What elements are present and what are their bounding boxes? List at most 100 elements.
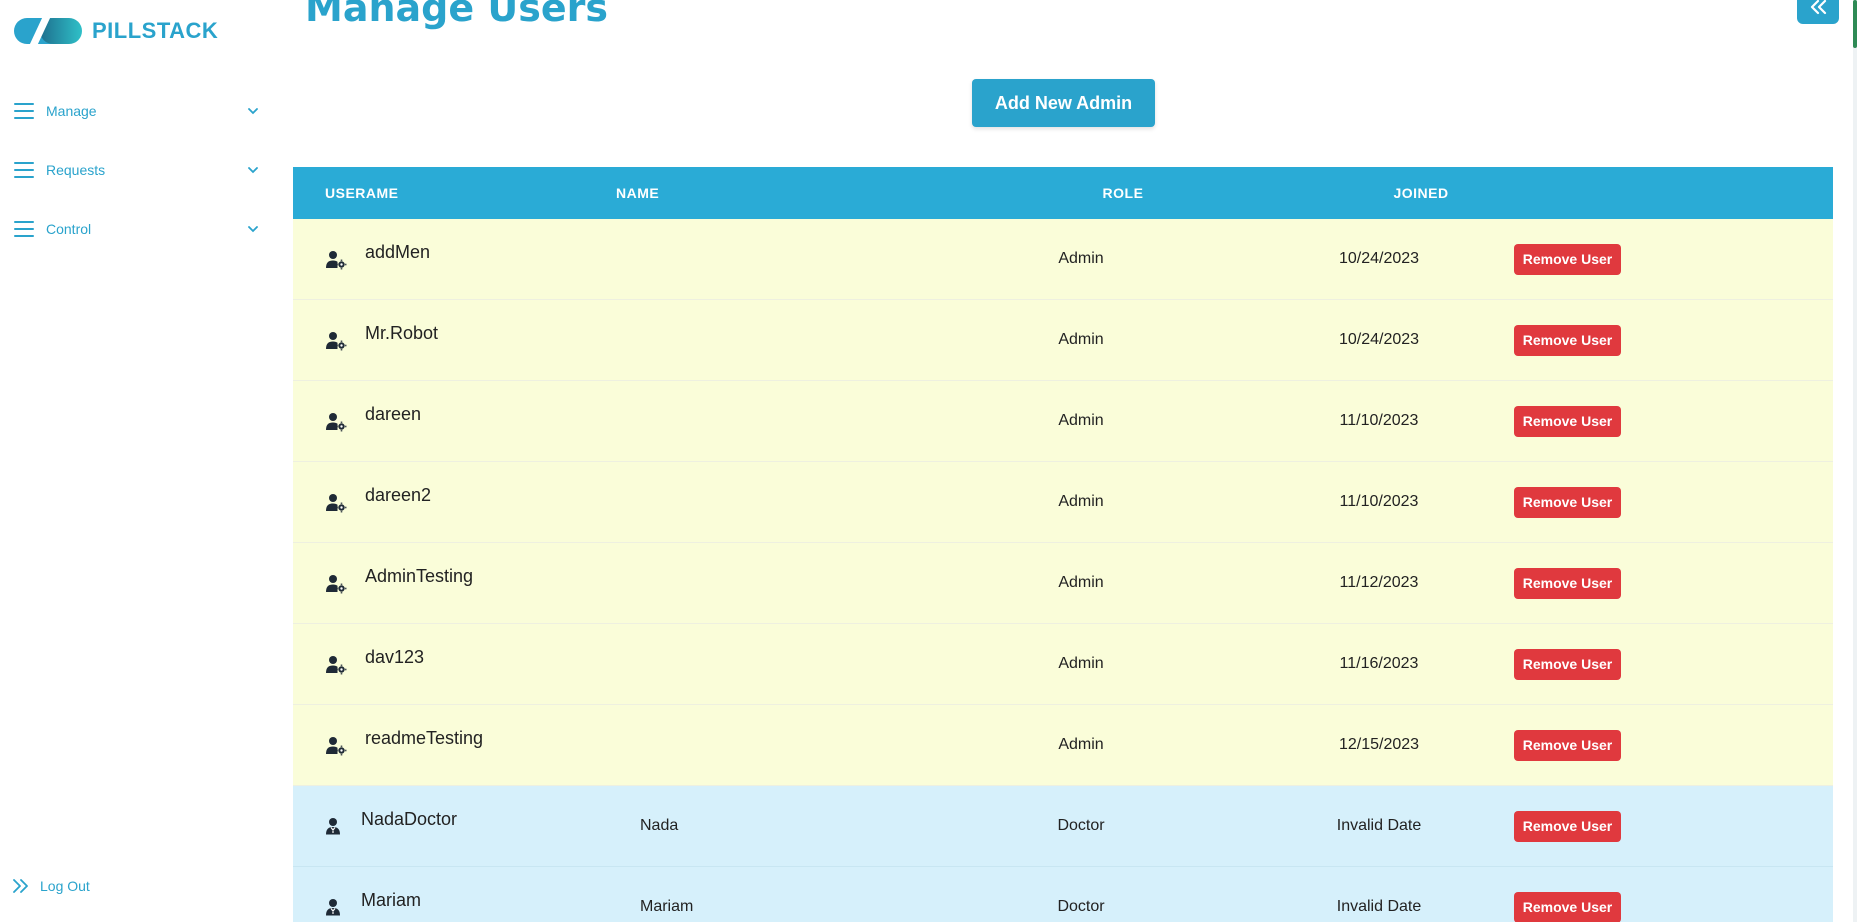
cell-username: Mr.Robot xyxy=(293,300,600,380)
chevron-down-icon xyxy=(248,167,258,174)
cell-action: Remove User xyxy=(1454,243,1621,275)
cell-role: Admin xyxy=(1058,736,1104,753)
remove-user-button[interactable]: Remove User xyxy=(1514,810,1621,842)
username-text: Mr.Robot xyxy=(365,322,439,343)
cell-joined: 11/10/2023 xyxy=(1339,412,1419,429)
username-text: dareen2 xyxy=(365,484,432,505)
pill-logo-icon xyxy=(14,16,82,46)
user-gear-icon xyxy=(325,655,347,675)
cell-name: Mariam xyxy=(640,898,694,915)
cell-role: Admin xyxy=(1058,493,1104,510)
sidebar-item-label: Requests xyxy=(46,162,106,178)
cell-joined: 11/12/2023 xyxy=(1339,574,1419,591)
username-text: AdminTesting xyxy=(365,565,474,586)
remove-user-button[interactable]: Remove User xyxy=(1514,324,1621,356)
cell-joined: 10/24/2023 xyxy=(1338,331,1420,348)
cell-name: Nada xyxy=(640,817,679,834)
user-gear-icon xyxy=(325,493,347,513)
username-text: readmeTesting xyxy=(365,727,484,748)
brand-logo[interactable]: PILLSTACK xyxy=(14,16,218,46)
remove-user-button[interactable]: Remove User xyxy=(1514,486,1621,518)
users-table: USERAME NAME ROLE JOINED addMen Admin 10/2… xyxy=(293,167,1833,922)
remove-user-button[interactable]: Remove User xyxy=(1514,405,1621,437)
remove-user-button[interactable]: Remove User xyxy=(1514,729,1621,761)
double-chevron-right-icon xyxy=(13,879,28,893)
cell-username: AdminTesting xyxy=(293,543,600,623)
sidebar-item-label: Control xyxy=(46,221,92,237)
column-header-username: USERAME xyxy=(325,185,399,201)
table-row: AdminTesting Admin 11/12/2023 Remove User xyxy=(293,543,1833,624)
user-gear-icon xyxy=(325,250,347,270)
table-row: Mr.Robot Admin 10/24/2023 Remove User xyxy=(293,300,1833,381)
double-chevron-left-icon xyxy=(1810,0,1827,15)
doctor-icon xyxy=(325,817,347,837)
cell-joined: 11/10/2023 xyxy=(1339,493,1419,510)
cell-joined: 11/16/2023 xyxy=(1339,655,1419,672)
sidebar: PILLSTACK Manage Requests Control Log Ou… xyxy=(0,0,276,922)
column-header-name: NAME xyxy=(616,185,660,201)
cell-username: NadaDoctor xyxy=(293,786,600,866)
cell-action: Remove User xyxy=(1454,810,1621,842)
user-gear-icon xyxy=(325,574,347,594)
remove-user-button[interactable]: Remove User xyxy=(1514,243,1621,275)
sidebar-item-manage[interactable]: Manage xyxy=(14,99,260,123)
cell-role: Admin xyxy=(1058,412,1104,429)
user-gear-icon xyxy=(325,736,347,756)
username-text: dav123 xyxy=(365,646,425,667)
user-gear-icon xyxy=(325,331,347,351)
table-header: USERAME NAME ROLE JOINED xyxy=(293,167,1833,219)
chevron-down-icon xyxy=(248,108,258,115)
cell-action: Remove User xyxy=(1454,648,1621,680)
cell-role: Admin xyxy=(1058,574,1104,591)
remove-user-button[interactable]: Remove User xyxy=(1514,567,1621,599)
cell-role: Admin xyxy=(1058,250,1104,267)
collapse-sidebar-button[interactable] xyxy=(1797,0,1839,24)
cell-action: Remove User xyxy=(1454,405,1621,437)
table-row: Mariam Mariam Doctor Invalid Date Remove Use… xyxy=(293,867,1833,922)
table-row: readmeTesting Admin 12/15/2023 Remove User xyxy=(293,705,1833,786)
cell-role: Admin xyxy=(1058,655,1104,672)
sidebar-item-label: Manage xyxy=(46,103,97,119)
remove-user-button[interactable]: Remove User xyxy=(1514,891,1621,922)
table-body: addMen Admin 10/24/2023 Remove User Mr.Robot… xyxy=(293,219,1833,922)
table-row: addMen Admin 10/24/2023 Remove User xyxy=(293,219,1833,300)
cell-username: addMen xyxy=(293,219,600,299)
cell-joined: 12/15/2023 xyxy=(1338,736,1420,753)
remove-user-button[interactable]: Remove User xyxy=(1514,648,1621,680)
cell-role: Doctor xyxy=(1057,898,1105,915)
cell-username: dareen xyxy=(293,381,600,461)
logout-button[interactable]: Log Out xyxy=(12,878,90,894)
menu-icon xyxy=(14,162,34,178)
cell-action: Remove User xyxy=(1454,567,1621,599)
table-row: dareen Admin 11/10/2023 Remove User xyxy=(293,381,1833,462)
username-text: Mariam xyxy=(361,889,422,910)
cell-action: Remove User xyxy=(1454,729,1621,761)
cell-action: Remove User xyxy=(1454,486,1621,518)
logout-label: Log Out xyxy=(40,878,90,894)
cell-role: Admin xyxy=(1058,331,1104,348)
cell-username: dareen2 xyxy=(293,462,600,542)
cell-joined: 10/24/2023 xyxy=(1338,250,1420,267)
username-text: addMen xyxy=(365,241,431,262)
add-new-admin-button[interactable]: Add New Admin xyxy=(972,79,1155,127)
brand-name: PILLSTACK xyxy=(92,18,219,43)
cell-joined: Invalid Date xyxy=(1336,898,1422,915)
sidebar-item-control[interactable]: Control xyxy=(14,217,260,241)
menu-icon xyxy=(14,103,34,119)
menu-icon xyxy=(14,221,34,237)
column-header-joined: JOINED xyxy=(1393,185,1449,201)
chevron-down-icon xyxy=(248,226,258,233)
column-header-role: ROLE xyxy=(1102,185,1144,201)
cell-action: Remove User xyxy=(1454,324,1621,356)
table-row: dareen2 Admin 11/10/2023 Remove User xyxy=(293,462,1833,543)
cell-username: Mariam xyxy=(293,867,600,922)
page-title: Manage Users xyxy=(305,0,608,30)
table-row: NadaDoctor Nada Doctor Invalid Date Remove U… xyxy=(293,786,1833,867)
cell-role: Doctor xyxy=(1057,817,1105,834)
cell-username: readmeTesting xyxy=(293,705,600,785)
scrollbar-thumb[interactable] xyxy=(1853,0,1857,48)
scrollbar[interactable] xyxy=(1853,0,1857,922)
cell-joined: Invalid Date xyxy=(1336,817,1422,834)
sidebar-item-requests[interactable]: Requests xyxy=(14,158,260,182)
cell-username: dav123 xyxy=(293,624,600,704)
